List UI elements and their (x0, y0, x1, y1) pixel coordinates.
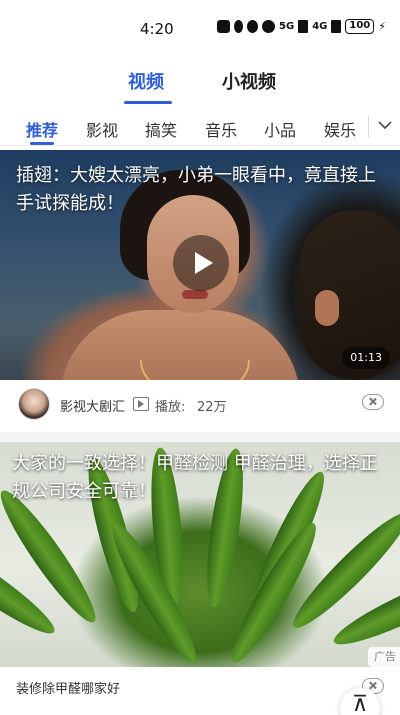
video-duration: 01:13 (342, 347, 390, 369)
signal-4g-label: 4G (312, 21, 328, 32)
tab-video[interactable]: 视频 (128, 68, 164, 94)
tab-short-video[interactable]: 小视频 (222, 68, 276, 94)
news-feed-app: 4:20 5G 4G 100 ⚡ 视频 小视频 推荐 影视 搞笑 音乐 小品 娱… (0, 0, 400, 715)
play-count-icon (133, 397, 149, 411)
status-time: 4:20 (140, 20, 174, 38)
top-tabs: 视频 小视频 (0, 58, 400, 104)
video-card[interactable]: 插翅：大嫂太漂亮，小弟一眼看中，竟直接上手试探能成！ 01:13 (0, 150, 400, 380)
thumbnail-necklace (140, 360, 250, 380)
alarm-icon (217, 20, 231, 33)
bluetooth-icon (234, 20, 244, 33)
category-divider (368, 116, 369, 138)
ad-card[interactable]: 大家的一致选择！甲醛检测 甲醛治理，选择正规公司安全可靠！ 广告 (0, 442, 400, 667)
ad-title[interactable]: 大家的一致选择！甲醛检测 甲醛治理，选择正规公司安全可靠！ (12, 450, 392, 506)
wifi-icon (262, 20, 276, 33)
category-bar: 推荐 影视 搞笑 音乐 小品 娱乐 (0, 108, 400, 146)
feed-divider (0, 432, 400, 442)
category-music[interactable]: 音乐 (205, 117, 237, 141)
video-meta-row: 影视大剧汇 播放: 22万 (0, 380, 400, 430)
mute-icon (247, 20, 259, 33)
thumbnail-figure-ear (315, 290, 339, 326)
dismiss-icon[interactable] (362, 394, 384, 410)
signal-icon-2 (331, 20, 342, 33)
source-name[interactable]: 影视大剧汇 (60, 396, 125, 415)
avatar[interactable] (18, 388, 50, 420)
signal-icon (298, 20, 309, 33)
category-funny[interactable]: 搞笑 (145, 117, 177, 141)
play-icon[interactable] (173, 235, 229, 291)
category-entertainment[interactable]: 娱乐 (324, 117, 356, 141)
ad-subtitle[interactable]: 装修除甲醛哪家好 (16, 678, 120, 697)
charging-icon: ⚡ (378, 20, 386, 33)
status-bar: 4:20 5G 4G 100 ⚡ (0, 0, 400, 44)
thumbnail-figure-lips (182, 290, 208, 299)
status-icons: 5G 4G 100 ⚡ (217, 19, 386, 34)
category-sketch[interactable]: 小品 (264, 117, 296, 141)
chevron-down-icon[interactable] (374, 112, 396, 138)
battery-level: 100 (345, 19, 375, 34)
plays-label: 播放: (155, 400, 186, 415)
signal-5g-label: 5G (279, 21, 295, 32)
category-recommend[interactable]: 推荐 (26, 117, 58, 141)
ad-badge: 广告 (368, 647, 400, 667)
plays-count: 22万 (197, 400, 227, 415)
top-tab-indicator (124, 101, 172, 104)
video-title[interactable]: 插翅：大嫂太漂亮，小弟一眼看中，竟直接上手试探能成！ (16, 162, 386, 218)
category-film[interactable]: 影视 (86, 117, 118, 141)
category-indicator (30, 142, 54, 145)
